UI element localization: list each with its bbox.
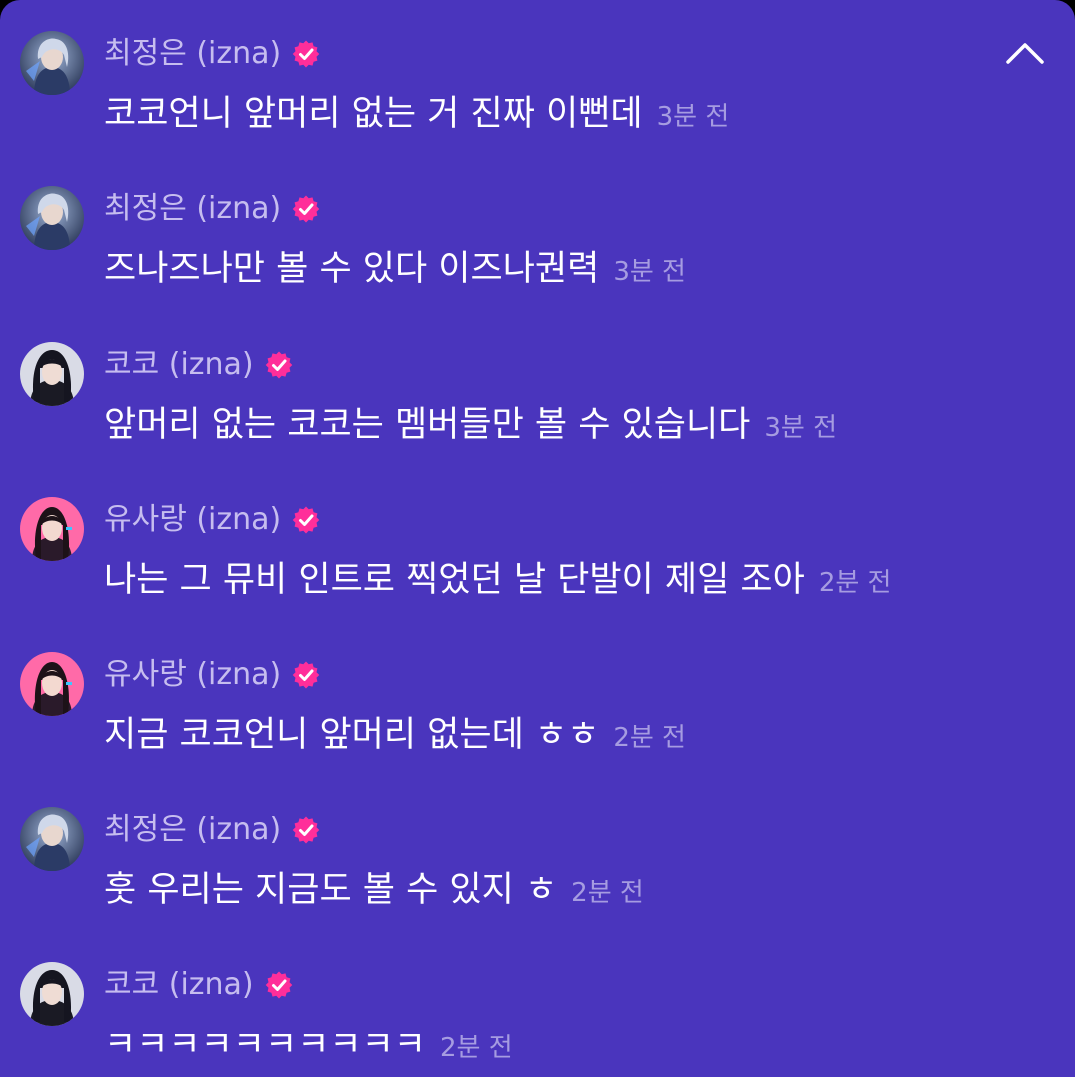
timestamp: 3분 전 (613, 257, 686, 287)
avatar[interactable] (20, 186, 84, 250)
avatar[interactable] (20, 807, 84, 871)
timestamp: 2분 전 (818, 568, 892, 598)
author-name[interactable]: 최정은 (izna) (104, 812, 281, 848)
message-text: ㅋㅋㅋㅋㅋㅋㅋㅋㅋㅋ (104, 1025, 427, 1065)
verified-badge-icon (264, 970, 294, 1000)
verified-badge-icon (291, 660, 321, 690)
author-name[interactable]: 최정은 (izna) (104, 191, 281, 227)
avatar[interactable] (20, 342, 84, 406)
avatar[interactable] (20, 652, 84, 716)
chat-message: 최정은 (izna) 훗 우리는 지금도 볼 수 있지 ㅎ 2분 전 (0, 776, 1075, 926)
avatar[interactable] (20, 31, 84, 95)
message-text: 나는 그 뮤비 인트로 찍었던 날 단발이 제일 조아 (104, 560, 805, 600)
timestamp: 2분 전 (613, 723, 686, 753)
timestamp: 3분 전 (656, 102, 730, 132)
chat-message: 코코 (izna) 앞머리 없는 코코는 멤버들만 볼 수 있습니다 3분 전 (0, 311, 1075, 461)
timestamp: 2분 전 (440, 1033, 513, 1063)
avatar[interactable] (20, 497, 84, 561)
verified-badge-icon (291, 39, 321, 69)
verified-badge-icon (291, 194, 321, 224)
chat-message: 유사랑 (izna) 나는 그 뮤비 인트로 찍었던 날 단발이 제일 조아 2… (0, 466, 1075, 616)
author-name[interactable]: 유사랑 (izna) (104, 657, 281, 693)
timestamp: 2분 전 (571, 878, 644, 908)
chat-message: 최정은 (izna) 즈나즈나만 볼 수 있다 이즈나권력 3분 전 (0, 155, 1075, 305)
author-name[interactable]: 코코 (izna) (104, 967, 254, 1003)
message-text: 즈나즈나만 볼 수 있다 이즈나권력 (104, 249, 600, 289)
verified-badge-icon (291, 815, 321, 845)
author-name[interactable]: 유사랑 (izna) (104, 502, 281, 538)
verified-badge-icon (264, 350, 294, 380)
chat-message: 코코 (izna) ㅋㅋㅋㅋㅋㅋㅋㅋㅋㅋ 2분 전 (0, 931, 1075, 1077)
message-text: 지금 코코언니 앞머리 없는데 ㅎㅎ (104, 715, 600, 755)
message-text: 훗 우리는 지금도 볼 수 있지 ㅎ (104, 870, 558, 910)
chat-panel: 최정은 (izna) 코코언니 앞머리 없는 거 진짜 이뻔데 3분 전 최정은… (0, 0, 1075, 1077)
chat-message: 유사랑 (izna) 지금 코코언니 앞머리 없는데 ㅎㅎ 2분 전 (0, 621, 1075, 771)
chat-message: 최정은 (izna) 코코언니 앞머리 없는 거 진짜 이뻔데 3분 전 (0, 0, 1075, 150)
author-name[interactable]: 최정은 (izna) (104, 36, 281, 72)
message-text: 앞머리 없는 코코는 멤버들만 볼 수 있습니다 (104, 405, 751, 445)
avatar[interactable] (20, 962, 84, 1026)
message-text: 코코언니 앞머리 없는 거 진짜 이뻔데 (104, 94, 643, 134)
timestamp: 3분 전 (764, 413, 838, 443)
author-name[interactable]: 코코 (izna) (104, 347, 254, 383)
verified-badge-icon (291, 505, 321, 535)
